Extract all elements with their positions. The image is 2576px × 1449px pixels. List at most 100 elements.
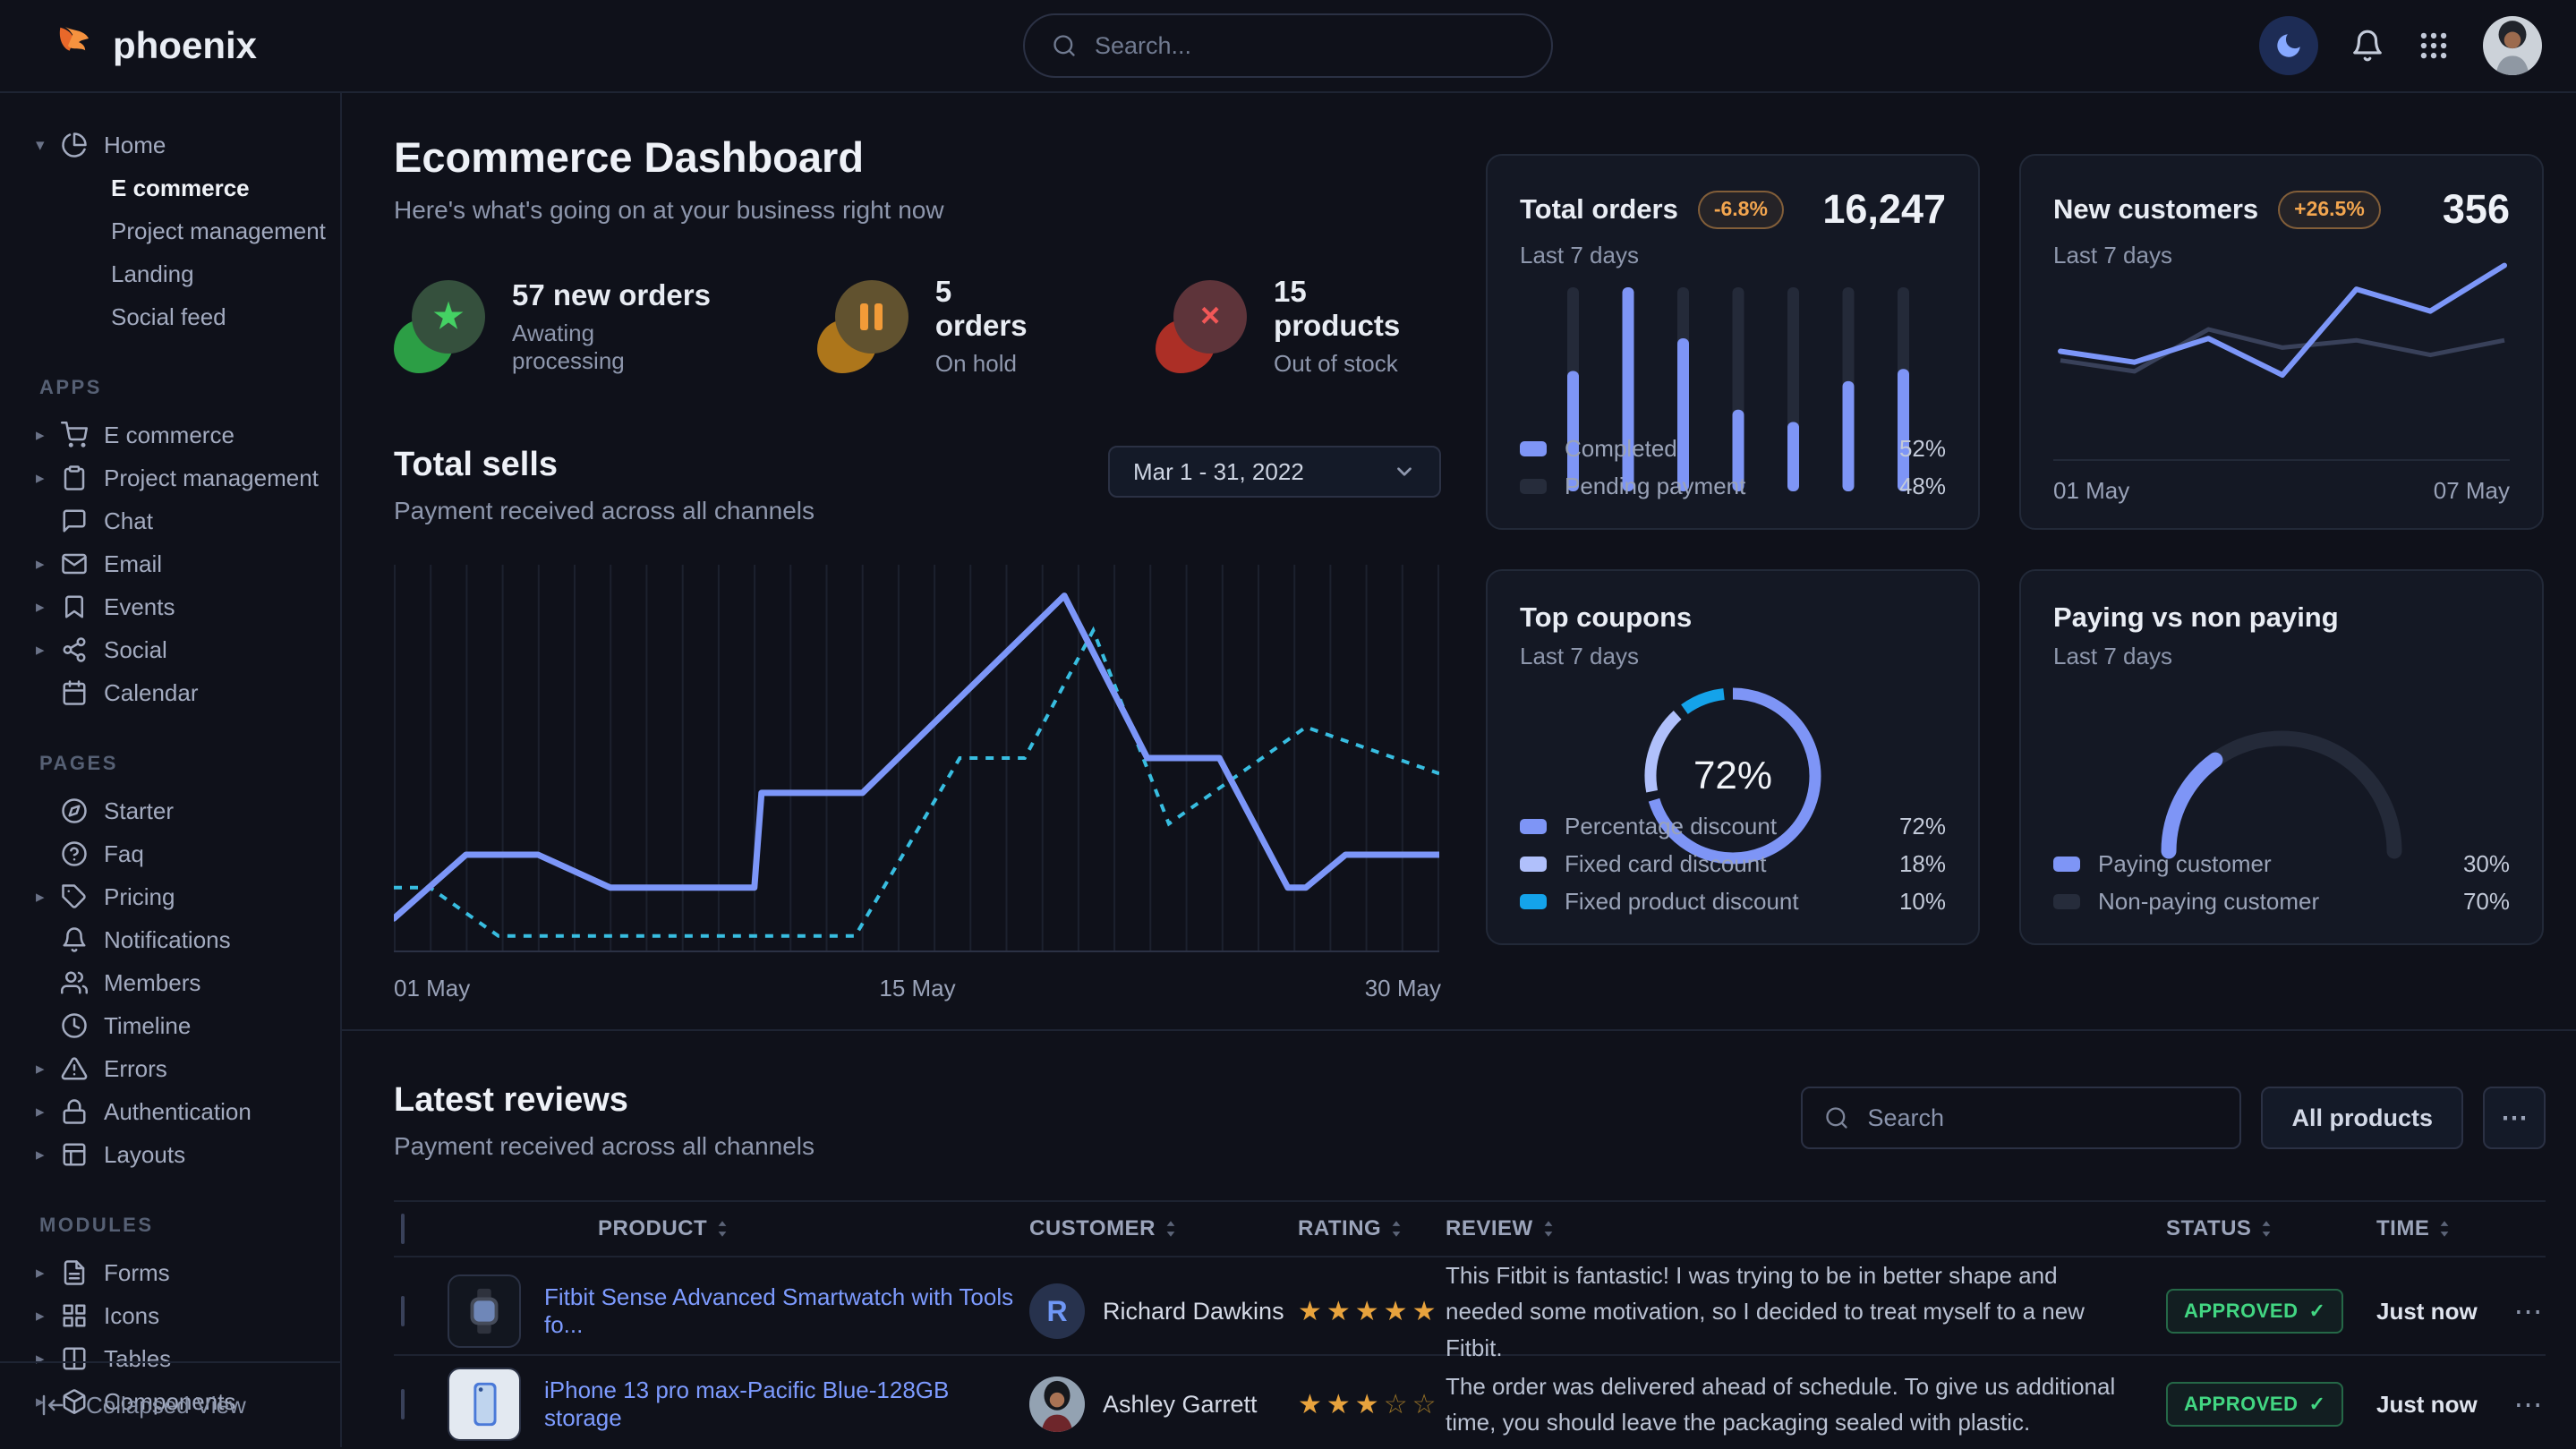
- legend-swatch: [1520, 479, 1547, 494]
- sidebar-item-authentication[interactable]: ▸ Authentication: [0, 1090, 340, 1133]
- clipboard-icon: [61, 465, 104, 491]
- caret-icon: ▸: [36, 887, 61, 908]
- legend-swatch: [1520, 857, 1547, 872]
- column-header-rating[interactable]: RATING: [1298, 1216, 1446, 1241]
- sidebar-item-notifications[interactable]: Notifications: [0, 918, 340, 961]
- product-thumbnail: [448, 1368, 521, 1441]
- sidebar-item-chat[interactable]: Chat: [0, 499, 340, 542]
- sidebar-item-project-management[interactable]: ▸ Project management: [0, 456, 340, 499]
- layout-icon: [61, 1141, 104, 1168]
- sidebar-item-errors[interactable]: ▸ Errors: [0, 1047, 340, 1090]
- all-products-button[interactable]: All products: [2261, 1087, 2463, 1149]
- global-search: [1023, 13, 1553, 78]
- total-orders-badge: -6.8%: [1698, 191, 1784, 229]
- legend-label: Fixed card discount: [1565, 850, 1766, 878]
- global-search-input[interactable]: [1093, 31, 1524, 61]
- reviews-search-input[interactable]: [1865, 1104, 2218, 1133]
- sidebar-item-e-commerce[interactable]: ▸ E commerce: [0, 413, 340, 456]
- legend-value: 70%: [2463, 888, 2510, 916]
- new-customers-x-labels: 01 May07 May: [2053, 459, 2510, 505]
- top-coupons-card: Top coupons Last 7 days 72% Percentage d…: [1486, 569, 1980, 945]
- sidebar-item-home[interactable]: ▾ Home: [0, 124, 340, 166]
- date-range-value: Mar 1 - 31, 2022: [1133, 458, 1304, 486]
- collapse-view-button[interactable]: Collapsed View: [0, 1361, 340, 1447]
- apps-grid-button[interactable]: [2417, 29, 2451, 63]
- row-checkbox[interactable]: [401, 1296, 405, 1326]
- reviews-table: PRODUCT CUSTOMER RATING REVIEW STATUS TI…: [394, 1200, 2546, 1447]
- status-badge: APPROVED ✓: [2166, 1382, 2343, 1427]
- sidebar-item-calendar[interactable]: Calendar: [0, 671, 340, 714]
- sidebar-item-members[interactable]: Members: [0, 961, 340, 1004]
- sidebar-item-email[interactable]: ▸ Email: [0, 542, 340, 585]
- stat-subtitle: On hold: [935, 350, 1052, 378]
- x-axis-label: 01 May: [394, 975, 470, 1002]
- legend-label: Paying customer: [2098, 850, 2272, 878]
- sidebar-item-social[interactable]: ▸ Social: [0, 628, 340, 671]
- sidebar-item-starter[interactable]: Starter: [0, 789, 340, 832]
- column-header-time[interactable]: TIME: [2376, 1216, 2511, 1241]
- collapse-icon: [39, 1392, 66, 1419]
- product-link[interactable]: Fitbit Sense Advanced Smartwatch with To…: [544, 1283, 1029, 1339]
- brand-logo[interactable]: phoenix: [50, 22, 257, 69]
- search-icon: [1824, 1105, 1849, 1130]
- legend-label: Percentage discount: [1565, 813, 1777, 840]
- paying-period: Last 7 days: [2053, 643, 2510, 670]
- table-header-row: PRODUCT CUSTOMER RATING REVIEW STATUS TI…: [394, 1200, 2546, 1257]
- new-customers-line-chart: [2053, 222, 2510, 428]
- search-icon: [1052, 33, 1077, 58]
- sidebar-item-forms[interactable]: ▸ Forms: [0, 1251, 340, 1294]
- column-header-review[interactable]: REVIEW: [1446, 1216, 2166, 1241]
- review-time: Just now: [2376, 1298, 2511, 1325]
- paying-gauge-chart: [2053, 717, 2510, 864]
- sidebar-subitem-project-management[interactable]: Project management: [0, 209, 340, 252]
- reviews-title: Latest reviews: [394, 1081, 815, 1120]
- theme-toggle-button[interactable]: [2259, 16, 2318, 75]
- sidebar-subitem-social-feed[interactable]: Social feed: [0, 295, 340, 338]
- stat-star: ★ 57 new orders Awating processing: [394, 275, 713, 378]
- row-checkbox[interactable]: [401, 1389, 405, 1419]
- dashboard-left-column: Ecommerce Dashboard Here's what's going …: [394, 132, 1441, 1002]
- product-link[interactable]: iPhone 13 pro max-Pacific Blue-128GB sto…: [544, 1377, 1029, 1432]
- donut-center-value: 72%: [1693, 754, 1772, 798]
- sidebar-subitem-landing[interactable]: Landing: [0, 252, 340, 295]
- row-actions-button[interactable]: ⋯: [2511, 1387, 2546, 1421]
- top-coupons-period: Last 7 days: [1520, 643, 1946, 670]
- legend-swatch: [2053, 894, 2080, 909]
- user-avatar[interactable]: [2483, 16, 2542, 75]
- reviews-controls: All products ⋯: [1801, 1087, 2546, 1149]
- caret-icon: ▸: [36, 1059, 61, 1079]
- sidebar-subitem-e-commerce[interactable]: E commerce: [0, 166, 340, 209]
- check-icon: ✓: [2308, 1393, 2325, 1416]
- total-sells-line-svg: [394, 558, 1439, 962]
- sidebar-item-label: E commerce: [104, 422, 235, 449]
- column-header-product[interactable]: PRODUCT: [448, 1216, 1029, 1241]
- caret-icon: ▸: [36, 1263, 61, 1283]
- caret-icon: ▸: [36, 468, 61, 489]
- latest-reviews-section: Latest reviews Payment received across a…: [394, 1031, 2546, 1447]
- row-actions-button[interactable]: ⋯: [2511, 1294, 2546, 1328]
- notifications-button[interactable]: [2350, 29, 2384, 63]
- sidebar-item-timeline[interactable]: Timeline: [0, 1004, 340, 1047]
- customer-name: Richard Dawkins: [1103, 1298, 1284, 1325]
- column-header-customer[interactable]: CUSTOMER: [1029, 1216, 1298, 1241]
- total-sells-x-labels: 01 May15 May30 May: [394, 975, 1441, 1002]
- tag-icon: [61, 883, 104, 910]
- column-header-status[interactable]: STATUS: [2166, 1216, 2376, 1241]
- sidebar-item-events[interactable]: ▸ Events: [0, 585, 340, 628]
- sidebar-item-pricing[interactable]: ▸ Pricing: [0, 875, 340, 918]
- sidebar-item-faq[interactable]: Faq: [0, 832, 340, 875]
- select-all-checkbox[interactable]: [401, 1214, 405, 1244]
- stat-pause: 5 orders On hold: [817, 275, 1052, 378]
- caret-icon: ▸: [36, 1145, 61, 1165]
- total-orders-title: Total orders: [1520, 193, 1678, 226]
- sidebar-item-layouts[interactable]: ▸ Layouts: [0, 1133, 340, 1176]
- phoenix-flame-icon: [50, 22, 97, 69]
- caret-icon: ▸: [36, 554, 61, 575]
- sidebar-item-label: Starter: [104, 797, 174, 825]
- x-badge-icon: ×: [1156, 280, 1249, 373]
- reviews-more-button[interactable]: ⋯: [2483, 1087, 2546, 1149]
- sidebar-item-icons[interactable]: ▸ Icons: [0, 1294, 340, 1337]
- date-range-select[interactable]: Mar 1 - 31, 2022: [1108, 446, 1441, 498]
- sidebar-item-label: Forms: [104, 1259, 170, 1287]
- total-orders-card: Total orders -6.8% 16,247 Last 7 days: [1486, 154, 1980, 530]
